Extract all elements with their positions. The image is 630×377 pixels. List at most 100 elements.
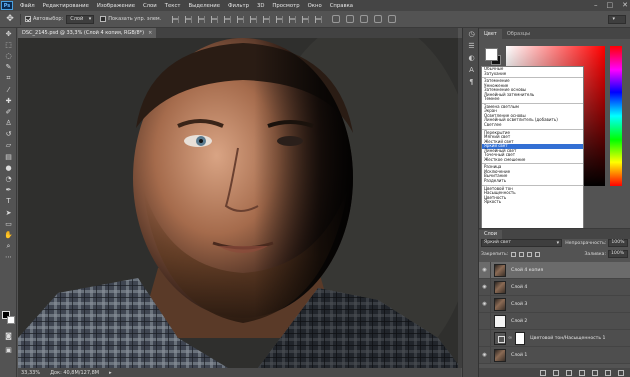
crop-tool-icon[interactable]: ⌗	[0, 73, 17, 84]
auto-select-dropdown[interactable]: Слой	[66, 14, 95, 24]
show-transform-checkbox[interactable]	[100, 16, 107, 22]
lasso-tool-icon[interactable]: ◌	[0, 50, 17, 61]
align-right-icon[interactable]	[237, 15, 245, 23]
hue-slider[interactable]	[610, 46, 622, 186]
minimize-icon[interactable]: –	[594, 1, 598, 9]
lock-transparency-icon[interactable]	[511, 251, 517, 257]
distribute-right-icon[interactable]	[315, 15, 323, 23]
foreground-color-chip[interactable]	[485, 48, 498, 61]
clone-stamp-tool-icon[interactable]: ♙	[0, 118, 17, 129]
align-left-icon[interactable]	[211, 15, 219, 23]
move-tool-icon[interactable]: ✥	[0, 28, 17, 39]
blend-option[interactable]: Затухание	[482, 71, 583, 77]
align-bottom-icon[interactable]	[198, 15, 206, 23]
distribute-hcenter-icon[interactable]	[302, 15, 310, 23]
more-tools-icon[interactable]: ⋯	[0, 252, 17, 263]
zoom-tool-icon[interactable]: ⌕	[0, 241, 17, 252]
blend-option[interactable]: Темнее	[482, 97, 583, 102]
blend-option[interactable]: Разделить	[482, 178, 583, 184]
tab-color[interactable]: Цвет	[479, 29, 502, 39]
blur-tool-icon[interactable]: ●	[0, 162, 17, 173]
menu-layers[interactable]: Слои	[139, 3, 161, 9]
hand-tool-icon[interactable]: ✋	[0, 229, 17, 240]
properties-panel-icon[interactable]: ☰	[463, 40, 480, 52]
new-group-icon[interactable]	[592, 370, 598, 376]
menu-help[interactable]: Справка	[326, 3, 357, 9]
background-color-swatch[interactable]	[7, 316, 15, 324]
menu-edit[interactable]: Редактирование	[39, 3, 93, 9]
link-layers-icon[interactable]	[540, 370, 546, 376]
paragraph-panel-icon[interactable]: ¶	[463, 76, 480, 88]
document-canvas[interactable]	[18, 38, 461, 368]
lock-position-icon[interactable]	[527, 251, 533, 257]
menu-file[interactable]: Файл	[16, 3, 39, 9]
menu-view[interactable]: Просмотр	[268, 3, 303, 9]
distribute-top-icon[interactable]	[250, 15, 258, 23]
close-tab-icon[interactable]: ×	[148, 30, 152, 36]
layer-row[interactable]: ◉ Слой 4 копия	[479, 261, 630, 279]
menu-window[interactable]: Окно	[304, 3, 326, 9]
status-menu-icon[interactable]: ▸	[109, 370, 112, 376]
move-tool-icon[interactable]: ✥	[4, 13, 16, 25]
history-brush-tool-icon[interactable]: ↺	[0, 129, 17, 140]
visibility-eye-icon[interactable]: ◉	[479, 261, 491, 279]
eyedropper-tool-icon[interactable]: ⁄	[0, 84, 17, 95]
history-panel-icon[interactable]: ◷	[463, 28, 480, 40]
visibility-eye-icon[interactable]	[479, 329, 491, 347]
align-top-icon[interactable]	[172, 15, 180, 23]
auto-select-checkbox[interactable]	[25, 16, 31, 22]
menu-3d[interactable]: 3D	[253, 3, 268, 9]
3d-slide-icon[interactable]	[374, 15, 383, 23]
new-layer-icon[interactable]	[605, 370, 611, 376]
layer-mask-thumbnail[interactable]	[515, 331, 526, 345]
layer-row[interactable]: ◉ Слой 1	[479, 346, 630, 364]
marquee-tool-icon[interactable]: ⬚	[0, 39, 17, 50]
blend-option[interactable]: Жесткое смешение	[482, 157, 583, 163]
visibility-eye-icon[interactable]	[479, 312, 491, 330]
menu-image[interactable]: Изображение	[93, 3, 139, 9]
visibility-eye-icon[interactable]: ◉	[479, 346, 491, 364]
3d-roll-icon[interactable]	[346, 15, 355, 23]
align-vcenter-icon[interactable]	[185, 15, 193, 23]
gradient-tool-icon[interactable]: ▤	[0, 151, 17, 162]
distribute-left-icon[interactable]	[289, 15, 297, 23]
menu-filter[interactable]: Фильтр	[224, 3, 253, 9]
distribute-bottom-icon[interactable]	[276, 15, 284, 23]
maximize-icon[interactable]: □	[607, 1, 614, 9]
path-select-tool-icon[interactable]: ➤	[0, 207, 17, 218]
blend-mode-select[interactable]: Яркий свет	[481, 239, 563, 247]
pen-tool-icon[interactable]: ✒	[0, 185, 17, 196]
quick-mask-icon[interactable]: ◙	[0, 330, 17, 341]
color-swatches[interactable]	[2, 311, 16, 325]
blend-option[interactable]: Светлее	[482, 122, 583, 128]
layer-row[interactable]: ◉ Слой 3	[479, 295, 630, 313]
layer-style-icon[interactable]	[553, 370, 559, 376]
3d-scale-icon[interactable]	[388, 15, 397, 23]
adjustments-panel-icon[interactable]: ◐	[463, 52, 480, 64]
add-mask-icon[interactable]	[566, 370, 572, 376]
tab-swatches[interactable]: Образцы	[502, 29, 535, 39]
healing-brush-tool-icon[interactable]: ✚	[0, 95, 17, 106]
type-tool-icon[interactable]: T	[0, 196, 17, 207]
blend-option[interactable]: Яркость	[482, 200, 583, 205]
zoom-level[interactable]: 33,33%	[21, 370, 40, 376]
document-tab[interactable]: DSC_2145.psd @ 33,3% (Слой 4 копия, RGB/…	[18, 28, 157, 38]
3d-pan-icon[interactable]	[360, 15, 369, 23]
lock-all-icon[interactable]	[535, 251, 541, 257]
shape-tool-icon[interactable]: ▭	[0, 218, 17, 229]
delete-layer-icon[interactable]	[618, 370, 624, 376]
layer-row[interactable]: ◉ Слой 4	[479, 278, 630, 296]
visibility-eye-icon[interactable]: ◉	[479, 295, 491, 313]
layer-row[interactable]: Слой 2	[479, 312, 630, 330]
opacity-input[interactable]: 100%	[608, 239, 628, 247]
menu-select[interactable]: Выделение	[184, 3, 224, 9]
distribute-vcenter-icon[interactable]	[263, 15, 271, 23]
quick-select-tool-icon[interactable]: ✎	[0, 62, 17, 73]
visibility-eye-icon[interactable]: ◉	[479, 278, 491, 296]
3d-rotate-icon[interactable]	[332, 15, 341, 23]
brush-tool-icon[interactable]: ✐	[0, 106, 17, 117]
align-hcenter-icon[interactable]	[224, 15, 232, 23]
workspace-switcher[interactable]: ▾	[608, 15, 626, 24]
layer-row[interactable]: ∞ Цветовой тон/Насыщенность 1	[479, 329, 630, 347]
menu-type[interactable]: Текст	[161, 3, 185, 9]
